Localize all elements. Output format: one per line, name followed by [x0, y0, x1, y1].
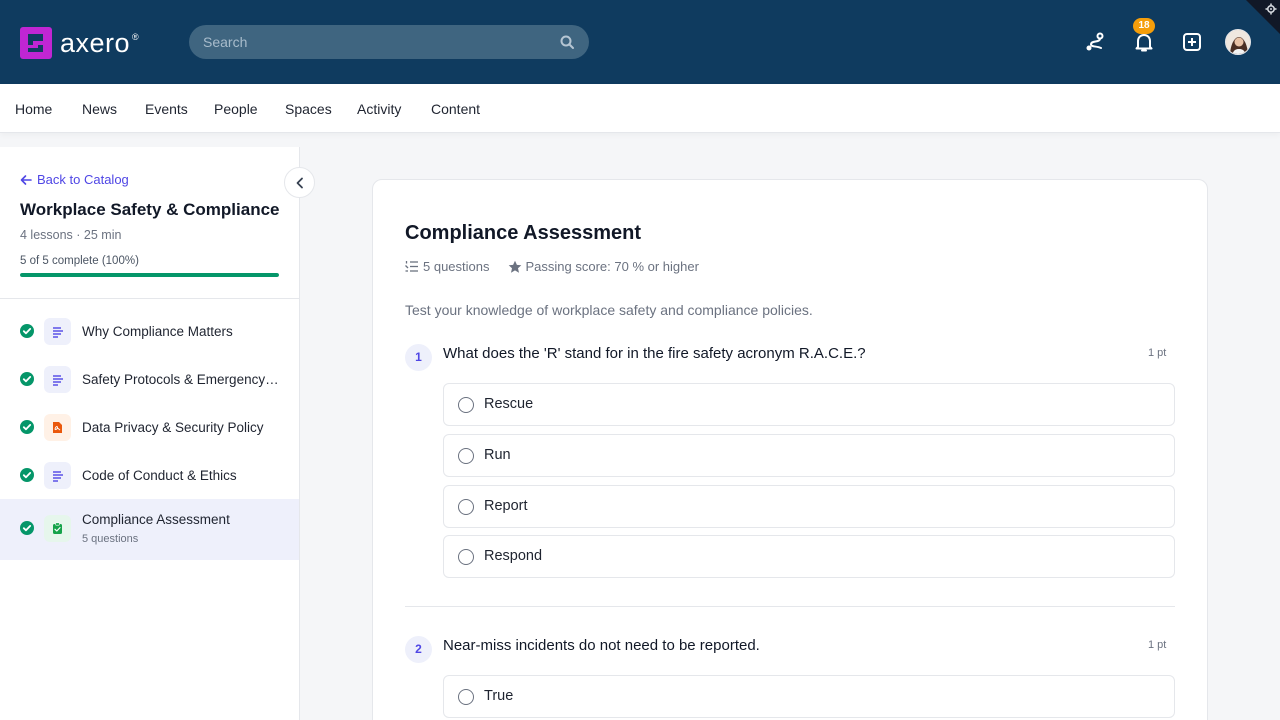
lesson-label: Why Compliance Matters — [82, 324, 233, 339]
question-points: 1 pt — [1148, 639, 1167, 651]
document-icon — [44, 366, 71, 393]
lesson-item[interactable]: Why Compliance Matters — [0, 307, 299, 355]
assessment-description: Test your knowledge of workplace safety … — [405, 302, 813, 318]
radio-button[interactable] — [458, 499, 474, 515]
lesson-label: Safety Protocols & Emergency Procedures — [82, 372, 280, 387]
option-label: Report — [484, 498, 528, 514]
course-meta: 4 lessons · 25 min — [20, 228, 122, 242]
logo-mark-icon — [20, 27, 52, 59]
lesson-sublabel: 5 questions — [82, 533, 139, 545]
lesson-item[interactable]: Code of Conduct & Ethics — [0, 451, 299, 499]
question-count: 5 questions — [405, 259, 490, 274]
pdf-icon — [44, 414, 71, 441]
radio-button[interactable] — [458, 397, 474, 413]
question-text: Near-miss incidents do not need to be re… — [443, 637, 760, 654]
passing-score-text: Passing score: 70 % or higher — [525, 259, 699, 274]
course-sidebar: Back to Catalog Workplace Safety & Compl… — [0, 147, 300, 720]
nav-news[interactable]: News — [82, 101, 117, 117]
course-title: Workplace Safety & Compliance — [20, 200, 280, 219]
sidebar-divider — [0, 298, 299, 299]
assessment-card: Compliance Assessment 5 questions Passin… — [372, 179, 1208, 720]
radio-button[interactable] — [458, 689, 474, 705]
main-nav: Home News Events People Spaces Activity … — [0, 84, 1280, 133]
question-count-text: 5 questions — [423, 259, 490, 274]
document-icon — [44, 318, 71, 345]
chevron-left-icon — [296, 177, 303, 188]
logo-registered: ® — [132, 32, 139, 42]
gear-icon[interactable] — [1265, 3, 1277, 15]
assessment-title: Compliance Assessment — [405, 222, 642, 244]
nav-content[interactable]: Content — [431, 101, 480, 117]
top-header: axero ® 18 — [0, 0, 1280, 84]
assessment-meta: 5 questions Passing score: 70 % or highe… — [405, 259, 699, 274]
lesson-item[interactable]: Safety Protocols & Emergency Procedures — [0, 355, 299, 403]
quiz-icon — [44, 515, 71, 542]
progress-text: 5 of 5 complete (100%) — [20, 255, 139, 267]
check-circle-icon — [20, 372, 34, 386]
star-icon — [508, 260, 521, 273]
lesson-item-active[interactable]: Compliance Assessment 5 questions — [0, 499, 299, 560]
answer-option[interactable]: True — [443, 675, 1175, 718]
route-icon[interactable] — [1083, 30, 1107, 54]
question-number: 2 — [405, 636, 432, 663]
nav-home[interactable]: Home — [15, 101, 52, 117]
add-icon[interactable] — [1180, 30, 1204, 54]
lesson-label: Compliance Assessment — [82, 512, 230, 527]
collapse-sidebar-button[interactable] — [284, 167, 315, 198]
question-number: 1 — [405, 344, 432, 371]
lesson-label: Data Privacy & Security Policy — [82, 420, 264, 435]
answer-option[interactable]: Rescue — [443, 383, 1175, 426]
list-icon — [405, 261, 418, 272]
option-label: Rescue — [484, 396, 534, 412]
document-icon — [44, 462, 71, 489]
answer-option[interactable]: Run — [443, 434, 1175, 477]
radio-button[interactable] — [458, 448, 474, 464]
nav-activity[interactable]: Activity — [357, 101, 401, 117]
search-icon[interactable] — [559, 34, 575, 50]
nav-spaces[interactable]: Spaces — [285, 101, 332, 117]
answer-option[interactable]: Report — [443, 485, 1175, 528]
option-label: Run — [484, 447, 511, 463]
check-circle-icon — [20, 468, 34, 482]
axero-logo[interactable]: axero ® — [20, 27, 139, 59]
notification-badge: 18 — [1133, 18, 1155, 34]
passing-score: Passing score: 70 % or higher — [508, 259, 699, 274]
arrow-left-icon — [20, 174, 32, 185]
search-bar[interactable] — [189, 25, 589, 59]
question-divider — [405, 606, 1175, 607]
search-input[interactable] — [203, 34, 559, 50]
back-label: Back to Catalog — [37, 172, 129, 187]
check-circle-icon — [20, 324, 34, 338]
option-label: Respond — [484, 548, 543, 564]
question-text: What does the 'R' stand for in the fire … — [443, 345, 866, 362]
option-label: True — [484, 688, 514, 704]
back-to-catalog-link[interactable]: Back to Catalog — [20, 172, 129, 187]
logo-text: axero — [60, 27, 131, 58]
progress-fill — [20, 273, 279, 277]
nav-people[interactable]: People — [214, 101, 258, 117]
check-circle-icon — [20, 521, 34, 535]
question-points: 1 pt — [1148, 347, 1167, 359]
radio-button[interactable] — [458, 549, 474, 565]
lesson-item[interactable]: Data Privacy & Security Policy — [0, 403, 299, 451]
progress-bar — [20, 273, 279, 277]
lesson-label: Code of Conduct & Ethics — [82, 468, 237, 483]
check-circle-icon — [20, 420, 34, 434]
nav-events[interactable]: Events — [145, 101, 188, 117]
answer-option[interactable]: Respond — [443, 535, 1175, 578]
